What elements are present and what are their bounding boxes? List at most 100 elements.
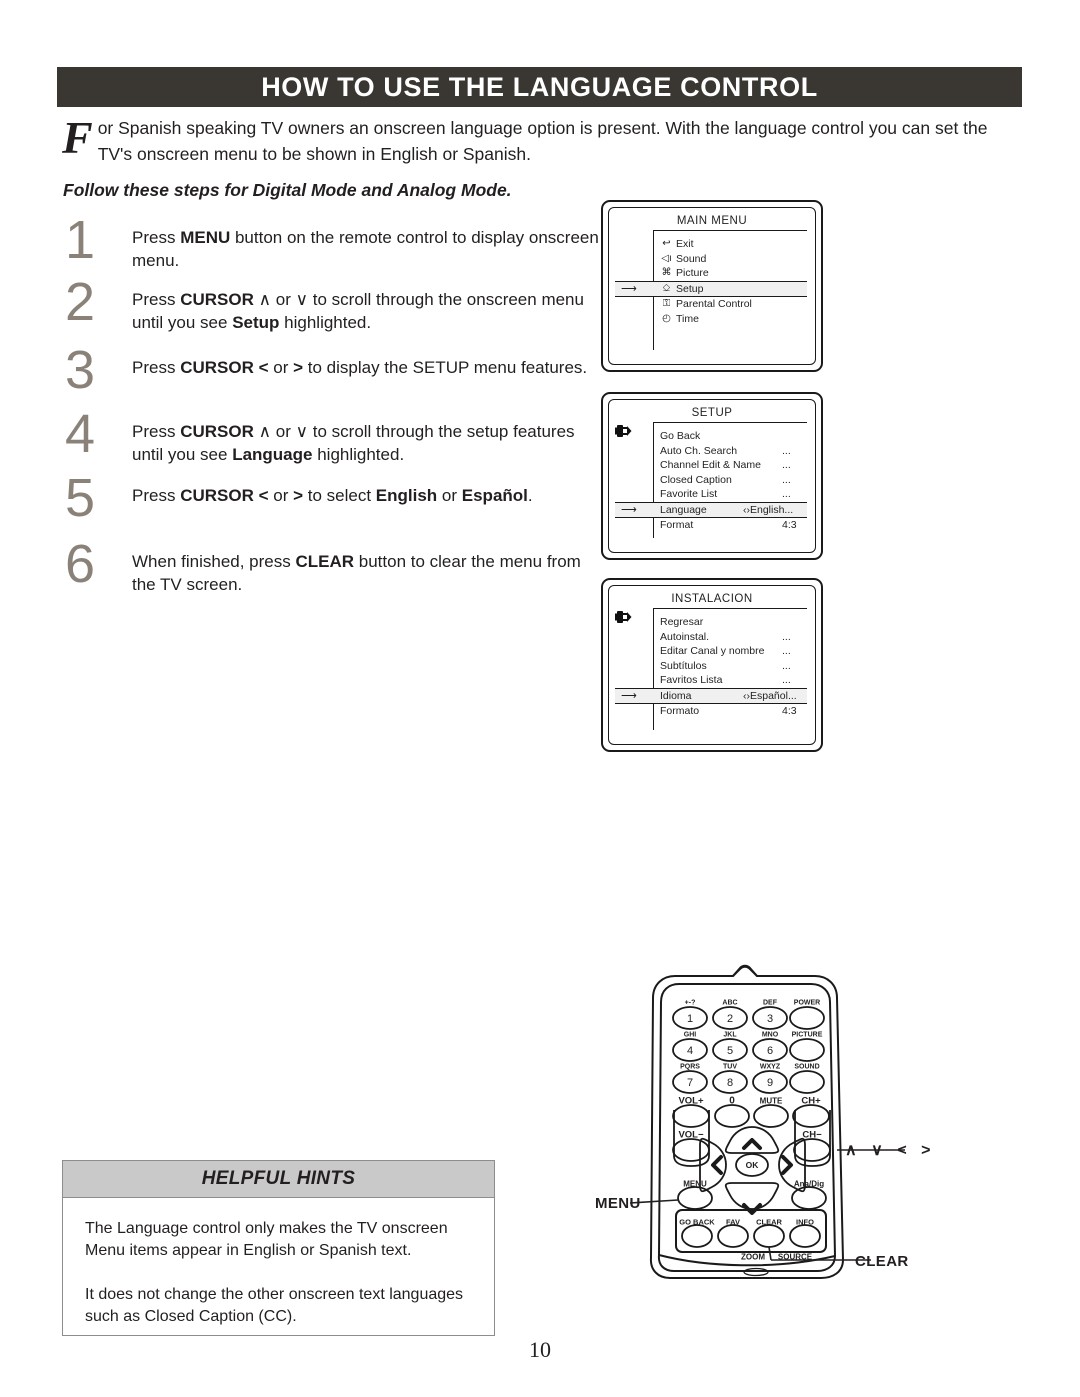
step-item: 4 Press CURSOR ∧ or ∨ to scroll through t… [60, 407, 600, 478]
step-number: 4 [65, 404, 96, 464]
remote-key-digit: 4 [686, 1045, 694, 1057]
setup-plug-icon [615, 610, 632, 626]
step-item: 3 Press CURSOR < or > to display the SETU… [60, 343, 600, 414]
menu-row-label: Setup [676, 282, 704, 295]
remote-key-digit: 5 [726, 1045, 734, 1057]
callout-clear-label: CLEAR [855, 1253, 909, 1270]
menu-row-label: Subtítulos [660, 659, 707, 672]
instalacion-menu-title: INSTALACION [671, 593, 753, 605]
menu-row-label: Exit [676, 238, 694, 250]
setup-plug-icon: ⎐ [662, 282, 671, 294]
menu-row-label: Favritos Lista [660, 674, 723, 686]
step-text: Press MENU button on the remote control … [132, 228, 599, 270]
instalacion-menu-frame: INSTALACION Regresar Autoinstal.... Editar… [608, 585, 816, 745]
menu-row-value: ... [782, 459, 791, 471]
menu-row-label: Parental Control [676, 298, 752, 310]
page-number: 10 [529, 1337, 551, 1362]
menu-row[interactable]: ↩ Exit [654, 237, 807, 252]
menu-row-highlighted[interactable]: ⟶ Idioma ‹›Español... [615, 687, 807, 704]
instalacion-menu-screen: INSTALACION Regresar Autoinstal.... Editar… [601, 578, 823, 752]
remote-key-digit: 6 [766, 1045, 774, 1057]
remote-bottom-key-label: CLEAR [756, 1217, 782, 1227]
menu-row-label: Go Back [660, 430, 701, 442]
setup-menu-screen: SETUP Go Back Auto Ch. Search... Channel E… [601, 392, 823, 560]
menu-row[interactable]: Subtítulos... [654, 659, 807, 674]
menu-row-value: ... [782, 630, 791, 643]
main-menu-screen: MAIN MENU ↩ Exit ◁ı Sound ⌘ Picture ⟶ ⎐ Setup ⚿ Pa… [601, 200, 823, 372]
remote-key-sublabel: PQRS [680, 1063, 700, 1071]
helpful-hints-box: HELPFUL HINTS The Language control only … [62, 1160, 495, 1336]
remote-key-sublabel: WXYZ [759, 1063, 781, 1071]
menu-row[interactable]: Regresar [654, 615, 807, 630]
menu-row-label: Autoinstal. [660, 630, 710, 643]
step-text: Press CURSOR ∧ or ∨ to scroll through th… [132, 290, 584, 332]
picture-icon: ⌘ [661, 267, 672, 278]
selection-arrow-icon: ⟶ [621, 282, 637, 295]
remote-vol-up-label: VOL+ [678, 1095, 704, 1107]
remote-ch-up-label: CH+ [801, 1095, 821, 1107]
step-item: 6 When finished, press CLEAR button to cl… [60, 537, 600, 608]
intro-text: or Spanish speaking TV owners an onscree… [97, 118, 988, 164]
remote-key-digit: 2 [726, 1013, 734, 1025]
remote-key-digit: 8 [726, 1077, 734, 1089]
time-clock-icon: ◴ [662, 312, 671, 324]
menu-row[interactable]: Channel Edit & Name... [654, 458, 807, 473]
step-number: 3 [65, 340, 96, 400]
callout-cursor-symbols: ∧ ∨ < > [845, 1142, 936, 1159]
menu-row[interactable]: ⚿ Parental Control [654, 297, 807, 312]
menu-row-highlighted[interactable]: ⟶ Language ‹›English... [615, 501, 807, 518]
remote-key-digit: 7 [686, 1077, 694, 1089]
main-menu-title: MAIN MENU [676, 215, 748, 227]
menu-row[interactable]: ◴ Time [654, 312, 807, 327]
menu-row-value: 4:3 [782, 519, 797, 531]
menu-row[interactable]: Auto Ch. Search... [654, 444, 807, 459]
menu-row[interactable]: Favritos Lista... [654, 673, 807, 688]
remote-control-diagram: +-? 1 ABC 2 DEF 3 POWER GHI 4 JKL 5 MNO 6 PICTURE PQRS… [575, 960, 1005, 1340]
setup-plug-icon [615, 424, 632, 440]
menu-row-value: ... [782, 444, 791, 457]
menu-row[interactable]: Formato 4:3 [654, 704, 807, 719]
helpful-hints-title: HELPFUL HINTS [201, 1168, 356, 1189]
remote-zero-label: 0 [729, 1095, 735, 1107]
menu-row[interactable]: ◁ı Sound [654, 252, 807, 267]
menu-row-value: ... [782, 645, 791, 657]
step-item: 5 Press CURSOR < or > to select English o… [60, 471, 600, 542]
menu-row[interactable]: ⌘ Picture [654, 266, 807, 281]
exit-icon: ↩ [662, 238, 671, 249]
setup-plug-icon-svg [615, 611, 632, 623]
menu-row[interactable]: Format 4:3 [654, 518, 807, 533]
instalacion-menu-rows: Regresar Autoinstal.... Editar Canal y nom… [615, 608, 807, 730]
menu-row-label: Favorite List [660, 488, 718, 500]
menu-row[interactable]: Go Back [654, 429, 807, 444]
drop-cap-letter: F [62, 112, 93, 163]
selection-arrow-icon: ⟶ [621, 503, 637, 516]
page-title: HOW TO USE THE LANGUAGE CONTROL [261, 71, 818, 102]
menu-row-label: Regresar [660, 616, 704, 628]
setup-plug-icon-svg [615, 425, 632, 437]
menu-row-value: ... [782, 473, 791, 486]
menu-row[interactable]: Closed Caption... [654, 473, 807, 488]
menu-row[interactable]: Autoinstal.... [654, 630, 807, 645]
setup-menu-title: SETUP [691, 407, 733, 419]
menu-row-value: ... [782, 488, 791, 500]
remote-menu-label: MENU [683, 1179, 707, 1189]
menu-row-value: 4:3 [782, 705, 797, 717]
menu-row-value: ... [782, 674, 791, 686]
menu-row-label: Channel Edit & Name [660, 459, 761, 471]
step-text: When finished, press CLEAR button to cle… [132, 552, 581, 594]
menu-row-label: Closed Caption [660, 473, 732, 486]
setup-menu-rows: Go Back Auto Ch. Search... Channel Edit & … [615, 422, 807, 538]
page-header-bar: HOW TO USE THE LANGUAGE CONTROL [57, 67, 1022, 107]
callout-menu-label: MENU [595, 1195, 641, 1212]
remote-vol-down-label: VOL− [678, 1129, 704, 1141]
remote-key-sublabel: TUV [723, 1063, 737, 1071]
menu-row[interactable]: Favorite List... [654, 487, 807, 502]
subheading: Follow these steps for Digital Mode and … [63, 180, 512, 200]
main-menu-frame: MAIN MENU ↩ Exit ◁ı Sound ⌘ Picture ⟶ ⎐ Setup ⚿ Pa… [608, 207, 816, 365]
remote-bottom-key-label: GO BACK [679, 1217, 715, 1227]
menu-row-label: Auto Ch. Search [660, 444, 738, 457]
menu-row[interactable]: Editar Canal y nombre... [654, 644, 807, 659]
remote-key-digit: 3 [766, 1013, 774, 1025]
menu-row-highlighted[interactable]: ⟶ ⎐ Setup [615, 280, 807, 297]
menu-row-value: ... [782, 659, 791, 672]
